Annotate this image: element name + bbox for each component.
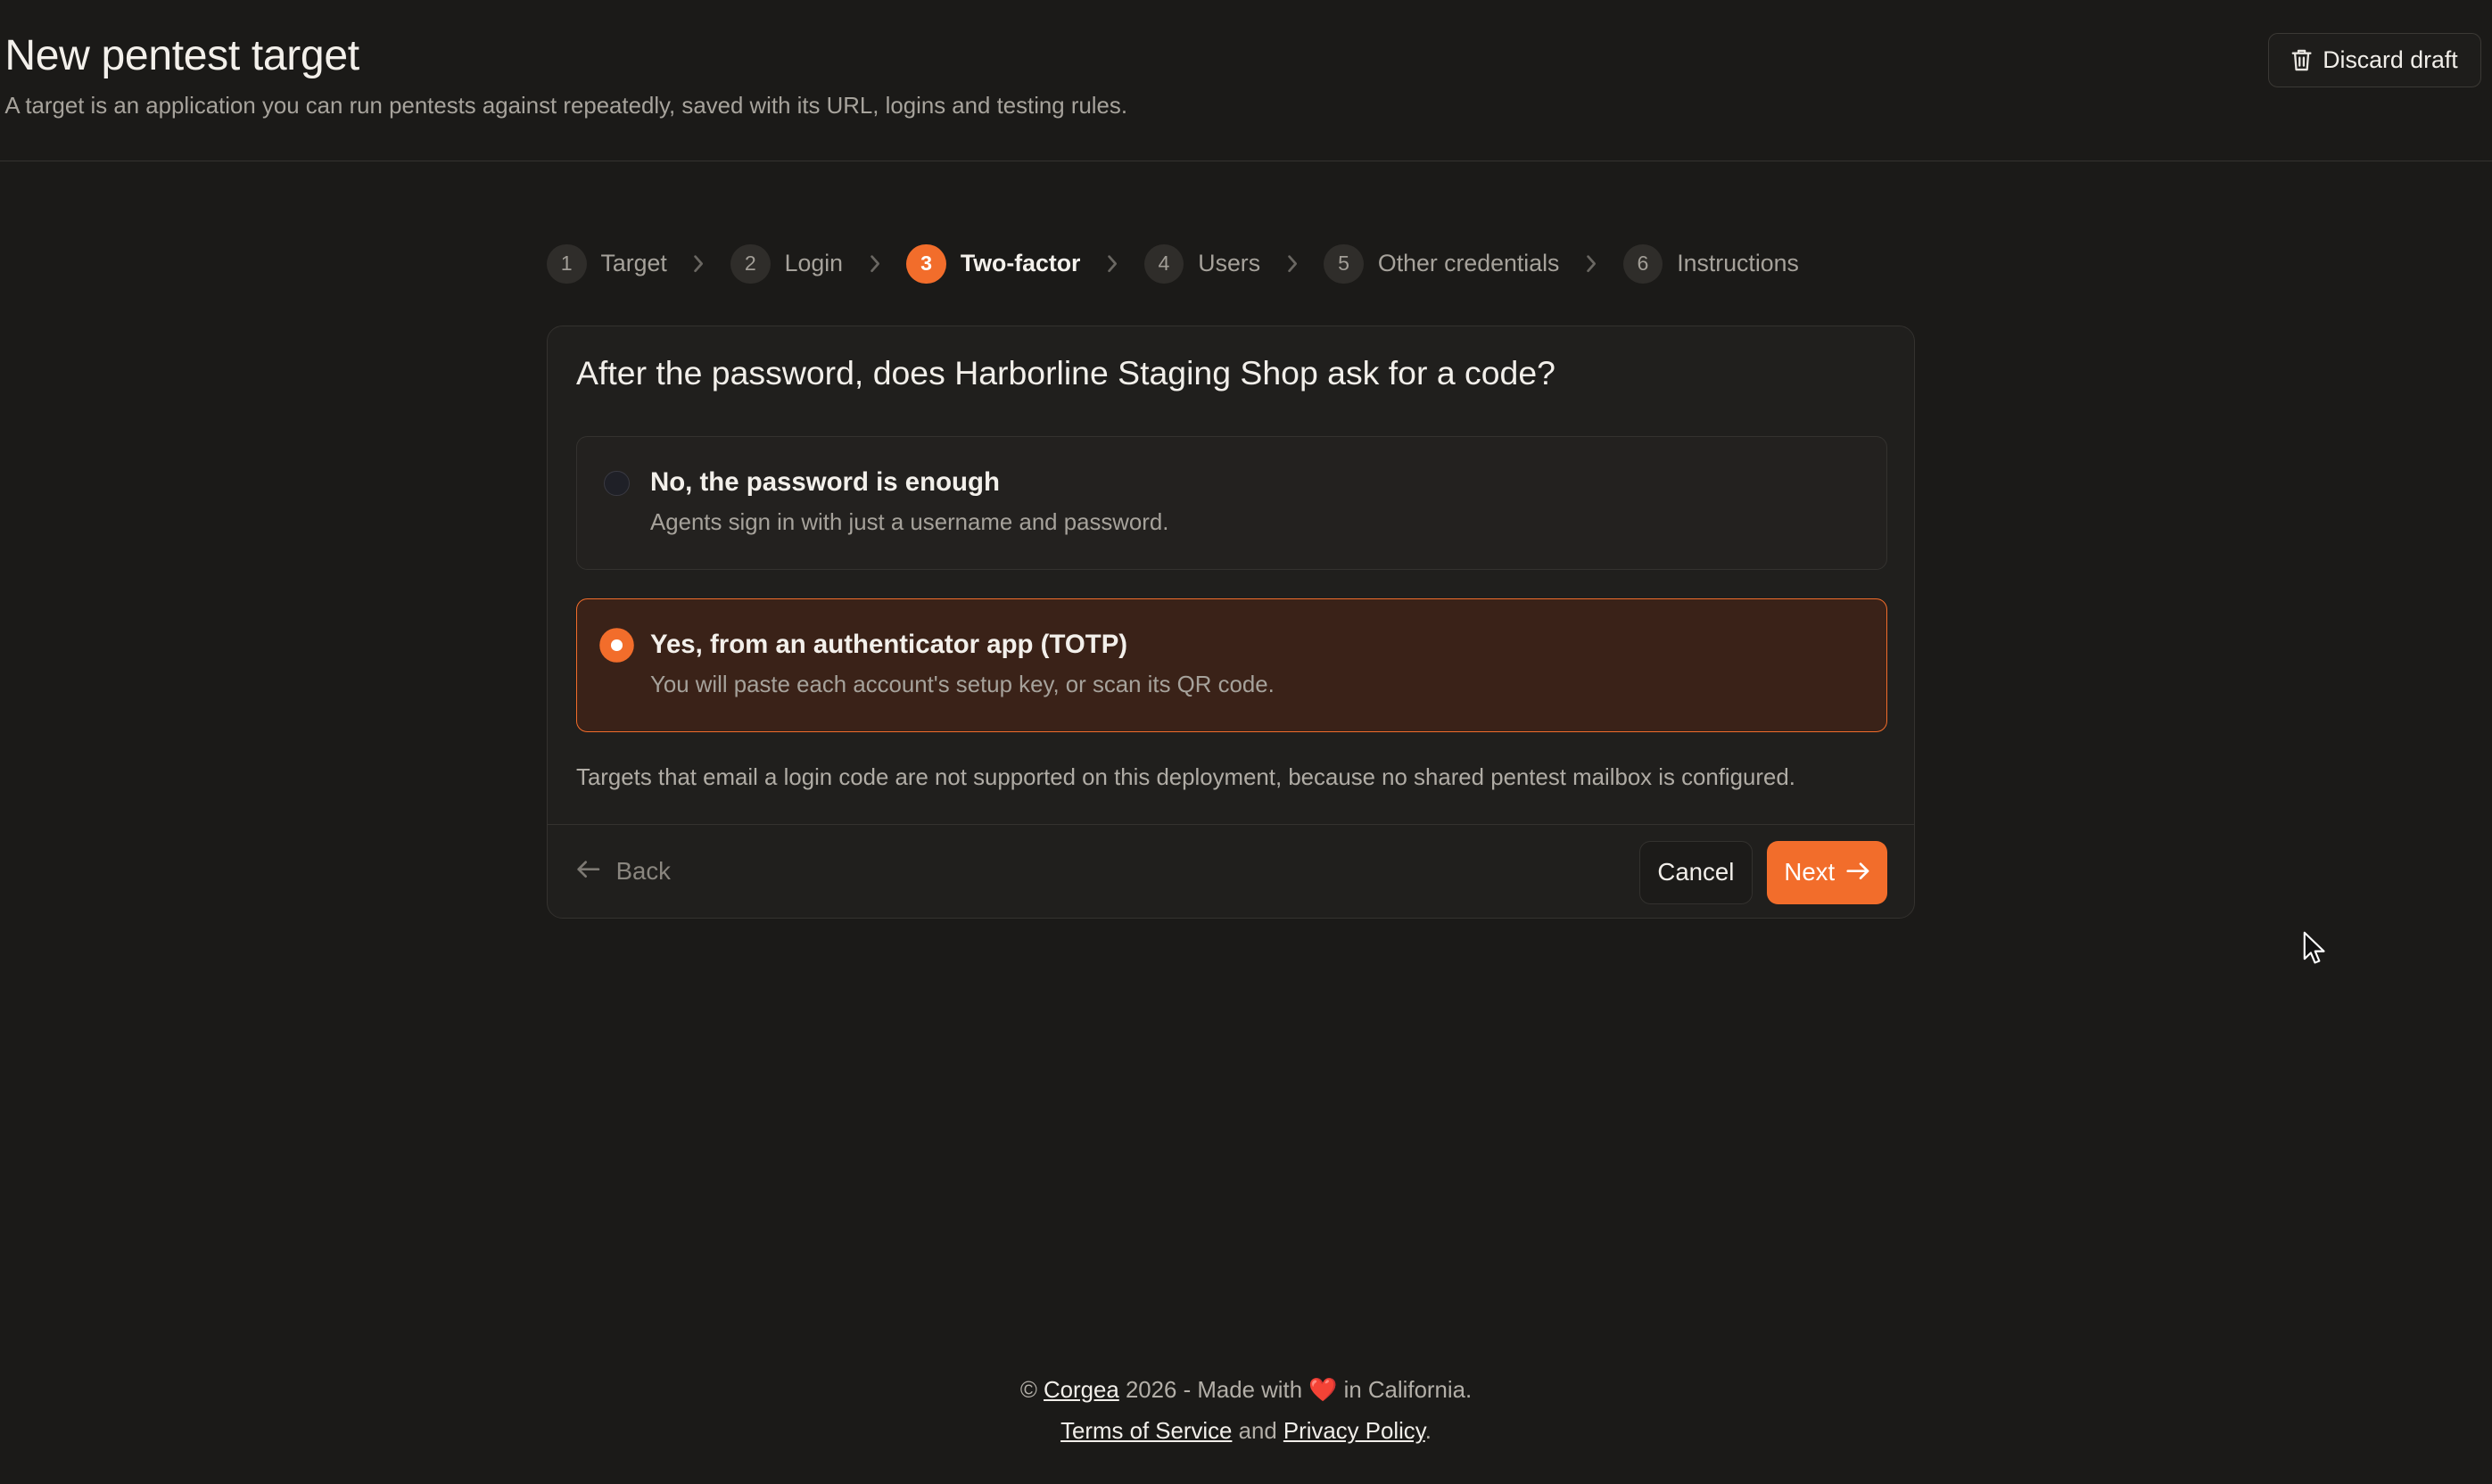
- radio-button[interactable]: [604, 470, 630, 497]
- radio-button-selected[interactable]: [600, 629, 633, 662]
- page-subtitle: A target is an application you can run p…: [4, 94, 1127, 120]
- step-label: Login: [784, 250, 844, 277]
- footer-legal-line: Terms of Service and Privacy Policy.: [0, 1411, 2492, 1452]
- step-number: 1: [546, 243, 587, 284]
- chevron-right-icon: [1080, 254, 1143, 273]
- arrow-right-icon: [1846, 858, 1870, 886]
- card-question: After the password, does Harborline Stag…: [576, 353, 1555, 392]
- option-no-two-factor[interactable]: No, the password is enough Agents sign i…: [576, 436, 1888, 570]
- step-login[interactable]: 2 Login: [730, 243, 844, 284]
- option-title: Yes, from an authenticator app (TOTP): [649, 629, 1128, 659]
- unsupported-note: Targets that email a login code are not …: [576, 765, 1795, 791]
- period: .: [1424, 1419, 1432, 1445]
- next-button[interactable]: Next: [1766, 840, 1888, 905]
- option-title: No, the password is enough: [649, 467, 1000, 498]
- step-instructions[interactable]: 6 Instructions: [1622, 243, 1799, 284]
- page-header: New pentest target A target is an applic…: [0, 0, 2492, 161]
- step-number: 5: [1324, 243, 1364, 284]
- step-two-factor[interactable]: 3 Two-factor: [906, 243, 1081, 284]
- discard-draft-button[interactable]: Discard draft: [2267, 33, 2481, 87]
- step-users[interactable]: 4 Users: [1143, 243, 1261, 284]
- option-description: You will paste each account's setup key,…: [649, 672, 1275, 697]
- step-number: 2: [730, 243, 771, 284]
- copyright-symbol: ©: [1019, 1377, 1037, 1403]
- and-text: and: [1238, 1419, 1277, 1445]
- terms-link[interactable]: Terms of Service: [1060, 1419, 1232, 1444]
- page-title: New pentest target: [4, 30, 359, 79]
- step-label: Instructions: [1677, 250, 1799, 277]
- step-label: Users: [1198, 250, 1261, 277]
- step-label: Other credentials: [1377, 250, 1560, 277]
- chevron-right-icon: [1559, 254, 1622, 273]
- arrow-left-icon: [576, 857, 600, 886]
- chevron-right-icon: [843, 254, 906, 273]
- step-label: Two-factor: [960, 250, 1081, 277]
- cancel-button[interactable]: Cancel: [1639, 840, 1753, 905]
- made-with-prefix: 2026 - Made with: [1125, 1377, 1303, 1403]
- discard-draft-label: Discard draft: [2323, 46, 2458, 74]
- mouse-pointer-icon: [2303, 931, 2325, 971]
- heart-icon: ❤️: [1308, 1377, 1338, 1403]
- two-factor-card: After the password, does Harborline Stag…: [546, 326, 1916, 919]
- option-totp[interactable]: Yes, from an authenticator app (TOTP) Yo…: [576, 598, 1888, 732]
- trash-icon: [2291, 48, 2312, 72]
- back-label: Back: [615, 856, 671, 885]
- privacy-link[interactable]: Privacy Policy: [1283, 1419, 1425, 1444]
- back-button[interactable]: Back: [576, 857, 671, 886]
- company-link[interactable]: Corgea: [1044, 1378, 1119, 1403]
- made-with-suffix: in California.: [1343, 1377, 1473, 1403]
- footer-copyright-line: © Corgea 2026 - Made with ❤️ in Californ…: [0, 1370, 2492, 1411]
- step-number: 3: [906, 243, 946, 284]
- wizard-stepper: 1 Target 2 Login 3 Two-factor 4 Users 5 …: [546, 243, 1799, 284]
- card-footer: Back Cancel Next: [547, 824, 1915, 918]
- option-description: Agents sign in with just a username and …: [649, 510, 1169, 536]
- next-label: Next: [1784, 858, 1836, 886]
- step-label: Target: [600, 250, 667, 277]
- step-number: 4: [1143, 243, 1184, 284]
- page-footer: © Corgea 2026 - Made with ❤️ in Californ…: [0, 1370, 2492, 1453]
- step-target[interactable]: 1 Target: [546, 243, 667, 284]
- chevron-right-icon: [1260, 254, 1324, 273]
- step-number: 6: [1622, 243, 1663, 284]
- chevron-right-icon: [667, 254, 730, 273]
- step-other-credentials[interactable]: 5 Other credentials: [1324, 243, 1560, 284]
